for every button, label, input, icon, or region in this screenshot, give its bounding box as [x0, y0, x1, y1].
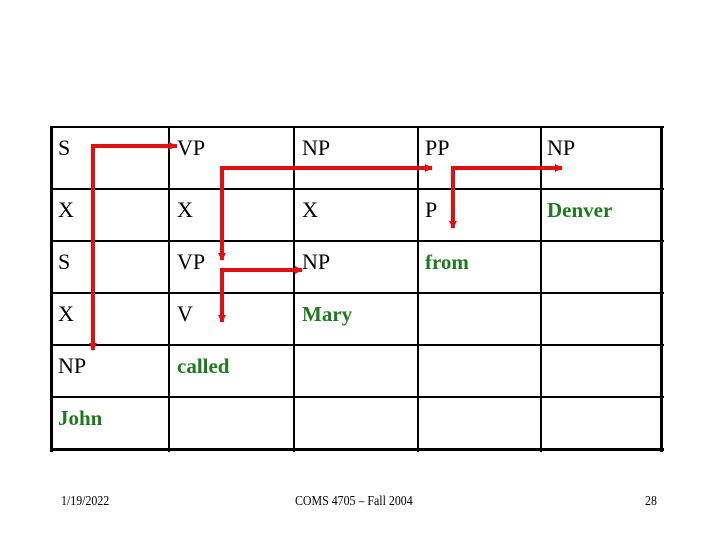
- footer-date: 1/19/2022: [61, 494, 110, 509]
- arrow-line: [451, 166, 560, 226]
- footer-page-number: 28: [645, 494, 657, 509]
- arrow-line: [91, 144, 177, 350]
- arrow-s-to-vp-np: [89, 142, 177, 351]
- arrows-layer: [89, 142, 563, 351]
- arrow-vp-to-np-v: [218, 266, 303, 323]
- arrow-line: [220, 166, 432, 258]
- arrow-pp-to-np-p: [449, 164, 563, 229]
- arrow-vp-to-pp-vp: [218, 164, 433, 261]
- footer-course: COMS 4705 – Fall 2004: [295, 494, 413, 509]
- arrow-line: [220, 268, 300, 320]
